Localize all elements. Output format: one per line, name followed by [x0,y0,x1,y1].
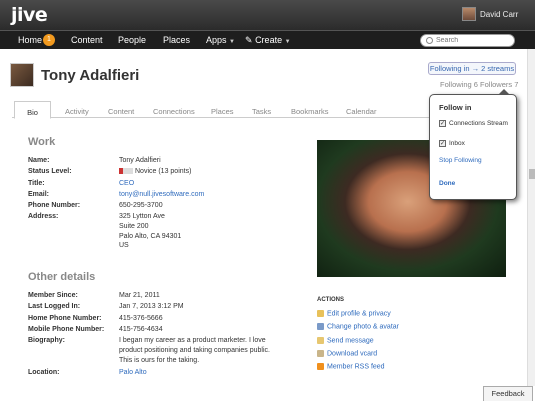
location-link[interactable]: Palo Alto [119,369,147,376]
work-heading: Work [28,136,56,148]
edit-profile-action[interactable]: Edit profile & privacy [317,310,391,317]
actions-heading: ACTIONS [317,297,344,303]
done-button[interactable]: Done [439,180,455,187]
status-level-icon [119,168,133,175]
follow-in-popup: Follow in ✓ Connections Stream ✓ Inbox Sto… [429,89,517,200]
scrollbar[interactable] [527,49,535,386]
nav-home[interactable]: Home [18,35,42,45]
send-message-action[interactable]: Send message [317,337,374,344]
action-label: Member RSS feed [327,363,385,371]
nav-people[interactable]: People [118,35,146,45]
inbox-option[interactable]: ✓ Inbox [439,140,465,147]
tab-bookmarks[interactable]: Bookmarks [291,107,329,116]
tab-bio[interactable]: Bio [14,101,51,119]
popup-title: Follow in [439,103,472,112]
nav-apps-label: Apps [206,35,227,45]
search-icon [426,37,433,44]
address-line: Suite 200 [119,223,149,230]
field-label: Name: [28,157,50,164]
action-label: Change photo & avatar [327,323,399,331]
status-level: Novice (13 points) [119,168,191,175]
biography-line: I began my career as a product marketer.… [119,337,266,344]
rss-feed-action[interactable]: Member RSS feed [317,363,385,370]
connections-stream-option[interactable]: ✓ Connections Stream [439,120,508,127]
notification-badge[interactable]: 1 [43,34,55,46]
field-label: Location: [28,369,60,376]
tab-content[interactable]: Content [108,107,134,116]
following-streams-button[interactable]: Following in → 2 streams [428,62,516,75]
field-label: Address: [28,213,59,220]
download-vcard-action[interactable]: Download vcard [317,350,377,357]
field-label: Mobile Phone Number: [28,326,105,333]
nav-create[interactable]: ✎ Create ▼ [245,35,291,46]
tab-activity[interactable]: Activity [65,107,89,116]
address-line: Palo Alto, CA 94301 [119,233,182,240]
address-line: 325 Lytton Ave [119,213,165,220]
follow-counts: Following 6 Followers 7 [440,80,518,89]
field-label: Biography: [28,337,65,344]
chevron-down-icon: ▼ [284,39,291,45]
search-box[interactable] [420,34,515,47]
photo-icon [317,323,324,330]
field-value: Mar 21, 2011 [119,292,160,299]
stop-following-link[interactable]: Stop Following [439,157,482,164]
tab-tasks[interactable]: Tasks [252,107,271,116]
option-label: Inbox [449,140,465,148]
main-nav: Home 1 Content People Places Apps ▼ ✎ Cr… [0,30,535,49]
tab-places[interactable]: Places [211,107,234,116]
vcard-icon [317,350,324,357]
following-count[interactable]: Following 6 [440,80,478,89]
user-name[interactable]: David Carr [480,10,518,19]
checkbox-checked-icon[interactable]: ✓ [439,140,446,147]
envelope-icon [317,337,324,344]
option-label: Connections Stream [449,120,508,128]
biography-line: This is ours for the taking. [119,357,200,364]
chevron-down-icon: ▼ [229,39,235,45]
search-input[interactable] [436,35,511,46]
field-label: Member Since: [28,292,78,299]
profile-name: Tony Adalfieri [41,67,140,84]
email-link[interactable]: tony@null.jivesoftware.com [119,191,204,198]
nav-create-label: Create [255,35,283,45]
tab-connections[interactable]: Connections [153,107,195,116]
checkbox-checked-icon[interactable]: ✓ [439,120,446,127]
field-label: Status Level: [28,168,72,175]
rss-icon [317,363,324,370]
nav-content[interactable]: Content [71,35,103,45]
tab-calendar[interactable]: Calendar [346,107,376,116]
profile-avatar [10,63,34,87]
address-line: US [119,242,129,249]
user-avatar[interactable] [462,7,476,21]
top-bar: jive David Carr [0,0,535,30]
change-photo-action[interactable]: Change photo & avatar [317,323,399,330]
action-label: Send message [327,337,374,345]
field-label: Title: [28,180,45,187]
field-value: Tony Adalfieri [119,157,161,164]
nav-apps[interactable]: Apps ▼ [206,35,235,45]
edit-icon [317,310,324,317]
action-label: Edit profile & privacy [327,310,391,318]
field-value: 650-295-3700 [119,202,163,209]
other-details-heading: Other details [28,271,96,283]
biography-line: product positioning and taking companies… [119,347,270,354]
field-label: Last Logged In: [28,303,81,310]
status-level-text: Novice (13 points) [135,168,192,175]
pencil-icon: ✎ [245,35,253,45]
field-value: 415-756-4634 [119,326,163,333]
field-label: Home Phone Number: [28,315,102,322]
title-link[interactable]: CEO [119,180,134,187]
field-value: 415-376-5666 [119,315,163,322]
jive-logo[interactable]: jive [11,4,48,26]
followers-count[interactable]: Followers 7 [480,80,518,89]
field-label: Phone Number: [28,202,81,209]
feedback-button[interactable]: Feedback [483,386,533,401]
field-value: Jan 7, 2013 3:12 PM [119,303,184,310]
popup-arrow [498,89,510,95]
action-label: Download vcard [327,350,378,358]
nav-places[interactable]: Places [163,35,190,45]
scrollbar-thumb[interactable] [529,169,535,179]
field-label: Email: [28,191,50,198]
